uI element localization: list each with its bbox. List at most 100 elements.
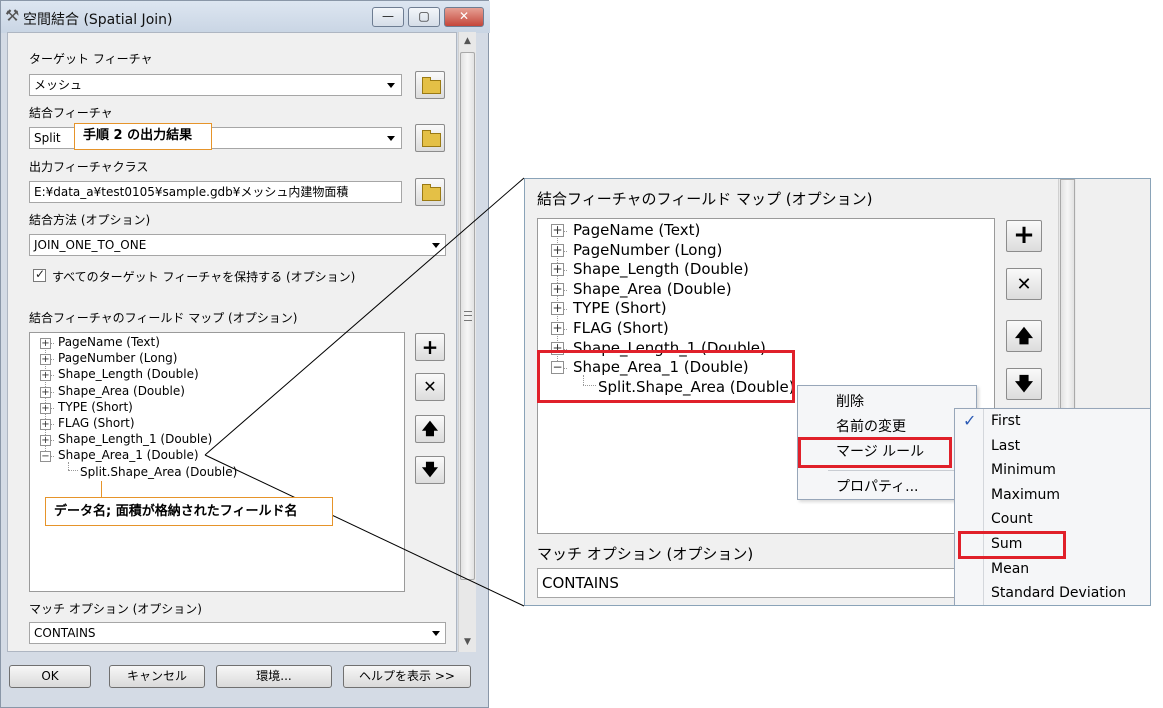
context-menu-item[interactable]: 名前の変更	[836, 416, 906, 436]
output-browse-button[interactable]	[415, 178, 445, 206]
tree-item[interactable]: + PageName (Text)	[538, 221, 994, 241]
expand-plus-icon[interactable]: +	[551, 282, 564, 296]
expander-glyph: +	[552, 242, 563, 257]
tree-item-label: Shape_Area (Double)	[58, 383, 185, 398]
ok-button[interactable]: OK	[9, 665, 91, 688]
expand-plus-icon[interactable]: +	[551, 322, 564, 335]
merge-rule-item[interactable]: Count	[991, 511, 1033, 527]
output-feature-class-label: 出力フィーチャクラス	[29, 160, 149, 174]
expand-plus-icon[interactable]: +	[551, 263, 564, 277]
expand-plus-icon[interactable]: +	[40, 386, 51, 398]
tree-item[interactable]: + TYPE (Short)	[30, 400, 404, 416]
match-option-label: マッチ オプション (オプション)	[29, 602, 202, 616]
expand-plus-icon[interactable]: +	[551, 224, 564, 237]
merge-rule-item[interactable]: Last	[991, 438, 1020, 454]
scrollbar-thumb[interactable]	[460, 52, 475, 580]
zoom-delete-field-button[interactable]: ✕	[1006, 268, 1042, 300]
join-operation-combo[interactable]: JOIN_ONE_TO_ONE	[29, 234, 446, 256]
target-browse-button[interactable]	[415, 71, 445, 99]
tree-child-label: Split.Shape_Area (Double)	[80, 464, 238, 479]
context-menu-item[interactable]: 削除	[836, 391, 864, 411]
scroll-up-icon[interactable]: ▲	[459, 33, 476, 50]
menu-separator	[983, 409, 984, 605]
tree-item[interactable]: + FLAG (Short)	[538, 319, 994, 339]
merge-rule-item[interactable]: Mean	[991, 561, 1029, 577]
expand-plus-icon[interactable]: +	[40, 435, 51, 447]
match-option-combo[interactable]: CONTAINS	[29, 622, 446, 644]
tree-item[interactable]: − Shape_Area_1 (Double)	[30, 448, 404, 464]
merge-rule-item[interactable]: Maximum	[991, 487, 1060, 503]
maximize-button[interactable]: ▢	[408, 7, 440, 27]
scroll-down-icon[interactable]: ▼	[459, 634, 476, 651]
hammer-icon: ⚒	[5, 6, 20, 25]
sum-highlight	[958, 531, 1066, 559]
dialog-scrollbar[interactable]: ▲ ▼	[458, 32, 476, 652]
keep-all-checkbox[interactable]: ✓	[33, 267, 46, 282]
expander-glyph: −	[41, 451, 50, 463]
tree-item[interactable]: + Shape_Area (Double)	[538, 280, 994, 300]
chevron-down-icon	[432, 631, 440, 636]
merge-rule-item[interactable]: Minimum	[991, 462, 1056, 478]
tree-item[interactable]: + PageNumber (Long)	[538, 241, 994, 261]
tree-item-label: PageNumber (Long)	[58, 351, 178, 366]
context-menu-item[interactable]: プロパティ...	[836, 476, 919, 496]
collapse-minus-icon[interactable]: −	[40, 451, 51, 463]
delete-icon: ✕	[423, 377, 437, 396]
output-feature-class-input[interactable]: E:¥data_a¥test0105¥sample.gdb¥メッシュ内建物面積	[29, 181, 402, 203]
cancel-button[interactable]: キャンセル	[109, 665, 205, 688]
expand-plus-icon[interactable]: +	[40, 338, 51, 349]
tree-item[interactable]: + PageNumber (Long)	[30, 351, 404, 367]
tree-item[interactable]: + TYPE (Short)	[538, 299, 994, 319]
join-features-label: 結合フィーチャ	[29, 106, 113, 120]
environments-button[interactable]: 環境...	[216, 665, 332, 688]
merge-rule-item[interactable]: First	[991, 413, 1020, 429]
join-browse-button[interactable]	[415, 124, 445, 152]
target-features-combo[interactable]: メッシュ	[29, 74, 402, 96]
checkmark-icon: ✓	[963, 411, 977, 430]
merge-rule-item[interactable]: Standard Deviation	[991, 585, 1126, 601]
tree-item[interactable]: + PageName (Text)	[30, 335, 404, 351]
minimize-button[interactable]: —	[372, 7, 404, 27]
expand-plus-icon[interactable]: +	[551, 302, 564, 316]
zoom-move-up-button[interactable]: 🡅	[1006, 320, 1042, 352]
maximize-icon: ▢	[418, 9, 430, 23]
join-features-value: Split	[34, 131, 61, 145]
match-option-value: CONTAINS	[34, 626, 96, 640]
zoomed-field-map-panel: 結合フィーチャのフィールド マップ (オプション) + PageName (Tex…	[524, 178, 1151, 606]
chevron-down-icon	[387, 83, 395, 88]
field-map-tree[interactable]: + PageName (Text) + PageNumber (Long) + Shape…	[29, 332, 405, 592]
tree-item-label: PageName (Text)	[573, 221, 701, 239]
expand-plus-icon[interactable]: +	[40, 370, 51, 382]
split-output-note: 手順 2 の出力結果	[74, 123, 212, 150]
move-down-button[interactable]: 🡇	[415, 456, 445, 484]
expand-plus-icon[interactable]: +	[40, 354, 51, 366]
expand-plus-icon[interactable]: +	[40, 402, 51, 414]
tree-item[interactable]: + Shape_Area (Double)	[30, 384, 404, 400]
tree-item[interactable]: + Shape_Length_1 (Double)	[30, 432, 404, 448]
tree-item-label: FLAG (Short)	[573, 319, 669, 337]
zoom-add-field-button[interactable]: +	[1006, 220, 1042, 252]
add-field-button[interactable]: +	[415, 333, 445, 361]
expander-glyph: +	[552, 223, 563, 237]
show-help-button[interactable]: ヘルプを表示 >>	[343, 665, 471, 688]
merge-rule-highlight	[798, 437, 952, 468]
move-up-button[interactable]: 🡅	[415, 415, 445, 443]
tree-item[interactable]: + Shape_Length (Double)	[538, 260, 994, 280]
tree-item-label: Shape_Length (Double)	[573, 260, 749, 279]
close-button[interactable]: ✕	[444, 7, 484, 27]
tree-item-label: Shape_Area_1 (Double)	[58, 448, 199, 463]
tree-item-label: PageName (Text)	[58, 335, 160, 349]
delete-field-button[interactable]: ✕	[415, 373, 445, 401]
zoom-match-option-combo[interactable]: CONTAINS	[537, 568, 977, 598]
arrow-down-icon: 🡇	[1014, 374, 1034, 395]
zoom-move-down-button[interactable]: 🡇	[1006, 368, 1042, 400]
arrow-down-icon: 🡇	[421, 460, 439, 479]
tree-item[interactable]: + FLAG (Short)	[30, 416, 404, 432]
tree-item[interactable]: + Shape_Length (Double)	[30, 367, 404, 383]
grip-icon	[464, 311, 472, 321]
tree-child-item[interactable]: Split.Shape_Area (Double)	[30, 465, 404, 481]
expand-plus-icon[interactable]: +	[551, 242, 564, 257]
expand-plus-icon[interactable]: +	[40, 419, 51, 430]
zoom-match-option-value: CONTAINS	[542, 574, 619, 592]
tree-item-label: Shape_Length_1 (Double)	[58, 432, 213, 447]
